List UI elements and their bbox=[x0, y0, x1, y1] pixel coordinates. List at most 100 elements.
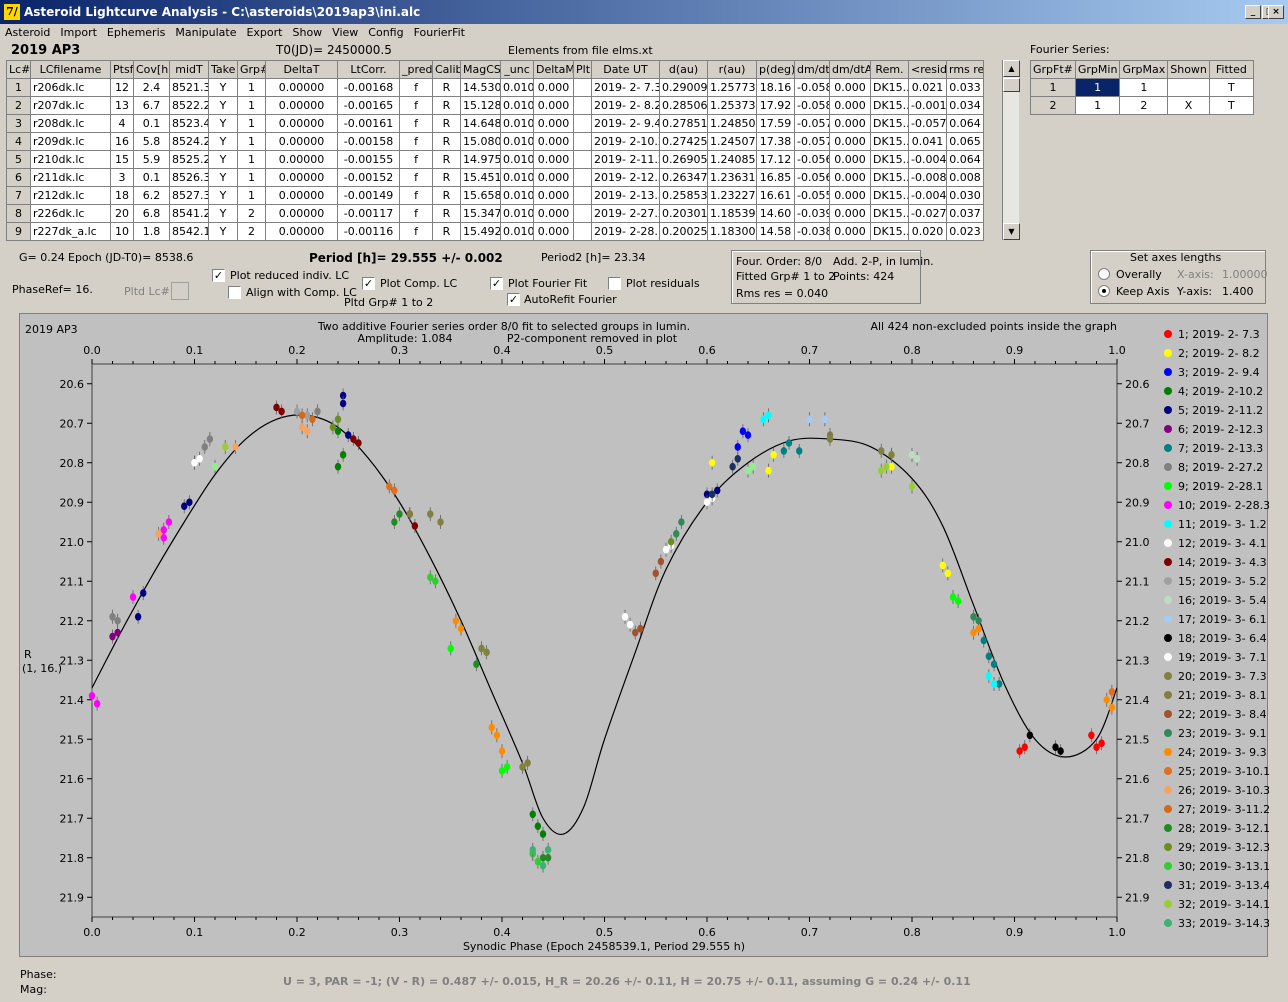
table-cell[interactable]: 8523.4 bbox=[169, 114, 209, 133]
table-cell[interactable]: 8527.3 bbox=[169, 186, 209, 205]
table-cell[interactable]: r208dk.lc bbox=[30, 114, 111, 133]
table-cell[interactable]: Y bbox=[208, 204, 238, 223]
table-cell[interactable]: r209dk.lc bbox=[30, 132, 111, 151]
table-cell[interactable]: 3 bbox=[110, 168, 134, 187]
table-cell[interactable]: 1 bbox=[237, 78, 266, 97]
plot-comp-checkbox[interactable]: ✓ bbox=[362, 277, 375, 290]
table-cell[interactable]: 1.18539 bbox=[707, 204, 757, 223]
menu-config[interactable]: Config bbox=[363, 24, 408, 39]
table-cell[interactable]: 0.010 bbox=[500, 78, 534, 97]
table-cell[interactable]: 0.00000 bbox=[265, 96, 338, 115]
table-cell[interactable]: 0.20301 bbox=[659, 204, 708, 223]
table-cell[interactable]: 16 bbox=[110, 132, 134, 151]
table-cell[interactable]: 1.24085 bbox=[707, 150, 757, 169]
table-cell[interactable]: 9 bbox=[6, 222, 31, 241]
table-cell[interactable]: -0.056 bbox=[794, 150, 830, 169]
col-header[interactable]: rms res bbox=[946, 60, 984, 79]
menu-import[interactable]: Import bbox=[55, 24, 102, 39]
table-cell[interactable]: 0.000 bbox=[533, 204, 574, 223]
plot-fourier-checkbox[interactable]: ✓ bbox=[490, 277, 503, 290]
fourier-cell[interactable]: X bbox=[1167, 96, 1210, 115]
table-cell[interactable]: 16.61 bbox=[756, 186, 795, 205]
table-cell[interactable]: DK15.. bbox=[870, 204, 909, 223]
table-cell[interactable]: 3 bbox=[6, 114, 31, 133]
table-cell[interactable]: 0.000 bbox=[829, 222, 871, 241]
table-cell[interactable]: 0.00000 bbox=[265, 204, 338, 223]
col-header[interactable]: d(au) bbox=[659, 60, 708, 79]
yaxis-value[interactable]: 1.400 bbox=[1222, 285, 1254, 298]
table-cell[interactable]: Y bbox=[208, 96, 238, 115]
table-cell[interactable]: DK15.. bbox=[870, 96, 909, 115]
table-cell[interactable]: 2 bbox=[237, 204, 266, 223]
table-cell[interactable]: 0.030 bbox=[946, 186, 984, 205]
table-cell[interactable]: -0.00116 bbox=[337, 222, 400, 241]
table-cell[interactable] bbox=[573, 114, 592, 133]
table-cell[interactable]: 2 bbox=[6, 96, 31, 115]
table-cell[interactable]: -0.056 bbox=[794, 168, 830, 187]
table-cell[interactable]: Y bbox=[208, 132, 238, 151]
table-cell[interactable]: 18 bbox=[110, 186, 134, 205]
table-cell[interactable]: f bbox=[399, 204, 433, 223]
table-cell[interactable]: 2019- 2-12.3 bbox=[591, 168, 660, 187]
table-cell[interactable]: 8541.2 bbox=[169, 204, 209, 223]
fourier-col-header[interactable]: Shown bbox=[1167, 60, 1210, 79]
col-header[interactable]: <resid> bbox=[908, 60, 947, 79]
table-cell[interactable]: 15.658 bbox=[460, 186, 501, 205]
table-cell[interactable]: 8524.2 bbox=[169, 132, 209, 151]
table-cell[interactable]: 8525.2 bbox=[169, 150, 209, 169]
table-cell[interactable]: -0.055 bbox=[794, 186, 830, 205]
table-scrollbar[interactable]: ▲ ▼ bbox=[1002, 60, 1020, 240]
table-cell[interactable]: R bbox=[432, 204, 461, 223]
table-row[interactable]: 3 r208dk.lc 4 0.1 8523.4 Y 1 0.00000 -0.00161 f R 1… bbox=[6, 114, 984, 133]
minimize-button[interactable]: _ bbox=[1245, 5, 1261, 19]
col-header[interactable]: Take bbox=[208, 60, 238, 79]
table-cell[interactable] bbox=[573, 150, 592, 169]
table-cell[interactable]: R bbox=[432, 150, 461, 169]
col-header[interactable]: p(deg) bbox=[756, 60, 795, 79]
table-cell[interactable]: 1.24850 bbox=[707, 114, 757, 133]
table-cell[interactable]: 13 bbox=[110, 96, 134, 115]
table-cell[interactable]: 2019- 2- 8.2 bbox=[591, 96, 660, 115]
table-cell[interactable]: 0.26347 bbox=[659, 168, 708, 187]
col-header[interactable]: dm/dt bbox=[794, 60, 830, 79]
table-cell[interactable]: 14.648 bbox=[460, 114, 501, 133]
table-cell[interactable]: 8526.3 bbox=[169, 168, 209, 187]
col-header[interactable]: MagCS bbox=[460, 60, 501, 79]
table-cell[interactable]: 1.24507 bbox=[707, 132, 757, 151]
table-cell[interactable]: 14.975 bbox=[460, 150, 501, 169]
table-cell[interactable]: 0.010 bbox=[500, 96, 534, 115]
fourier-cell[interactable]: 2 bbox=[1119, 96, 1169, 115]
fourier-cell[interactable]: 1 bbox=[1074, 78, 1121, 97]
table-cell[interactable]: 0.010 bbox=[500, 204, 534, 223]
col-header[interactable]: Cov[h] bbox=[133, 60, 170, 79]
fourier-col-header[interactable]: GrpFt# bbox=[1030, 60, 1076, 79]
table-cell[interactable]: 0.20025 bbox=[659, 222, 708, 241]
table-cell[interactable]: -0.057 bbox=[794, 132, 830, 151]
table-cell[interactable]: R bbox=[432, 168, 461, 187]
table-cell[interactable]: R bbox=[432, 132, 461, 151]
table-cell[interactable]: 5.9 bbox=[133, 150, 170, 169]
table-cell[interactable]: f bbox=[399, 114, 433, 133]
table-cell[interactable]: 15.128 bbox=[460, 96, 501, 115]
table-cell[interactable]: 1 bbox=[6, 78, 31, 97]
table-cell[interactable]: 2019- 2-11.2 bbox=[591, 150, 660, 169]
fourier-series-table[interactable]: GrpFt# GrpMin GrpMax Shown Fitted 1 1 1 T 2 1 2 X T bbox=[1030, 60, 1254, 115]
table-row[interactable]: 6 r211dk.lc 3 0.1 8526.3 Y 1 0.00000 -0.00152 f R 1… bbox=[6, 168, 984, 187]
pltd-lc-spinner[interactable] bbox=[171, 282, 189, 300]
col-header[interactable]: Lc# bbox=[6, 60, 31, 79]
table-cell[interactable]: 2019- 2-10.2 bbox=[591, 132, 660, 151]
table-cell[interactable]: 15 bbox=[110, 150, 134, 169]
col-header[interactable]: Plt bbox=[573, 60, 592, 79]
lightcurve-plot[interactable]: 0.0 0.0 0.1 0.1 0.2 0.2 0.3 0.3 0.4 0.4 0.5 0.5 0.6 0… bbox=[19, 313, 1270, 957]
col-header[interactable]: Ptsf bbox=[110, 60, 134, 79]
lightcurve-table[interactable]: Lc#LCfilenamePtsfCov[h]midTTakeGrp#Delta… bbox=[6, 60, 1002, 241]
table-cell[interactable]: 5.8 bbox=[133, 132, 170, 151]
table-cell[interactable]: f bbox=[399, 96, 433, 115]
table-cell[interactable]: 12 bbox=[110, 78, 134, 97]
col-header[interactable]: _unc bbox=[500, 60, 534, 79]
table-cell[interactable]: 0.000 bbox=[533, 168, 574, 187]
table-cell[interactable]: 0.010 bbox=[500, 150, 534, 169]
table-cell[interactable]: 2019- 2-27.2 bbox=[591, 204, 660, 223]
table-cell[interactable]: f bbox=[399, 222, 433, 241]
table-cell[interactable]: 17.12 bbox=[756, 150, 795, 169]
